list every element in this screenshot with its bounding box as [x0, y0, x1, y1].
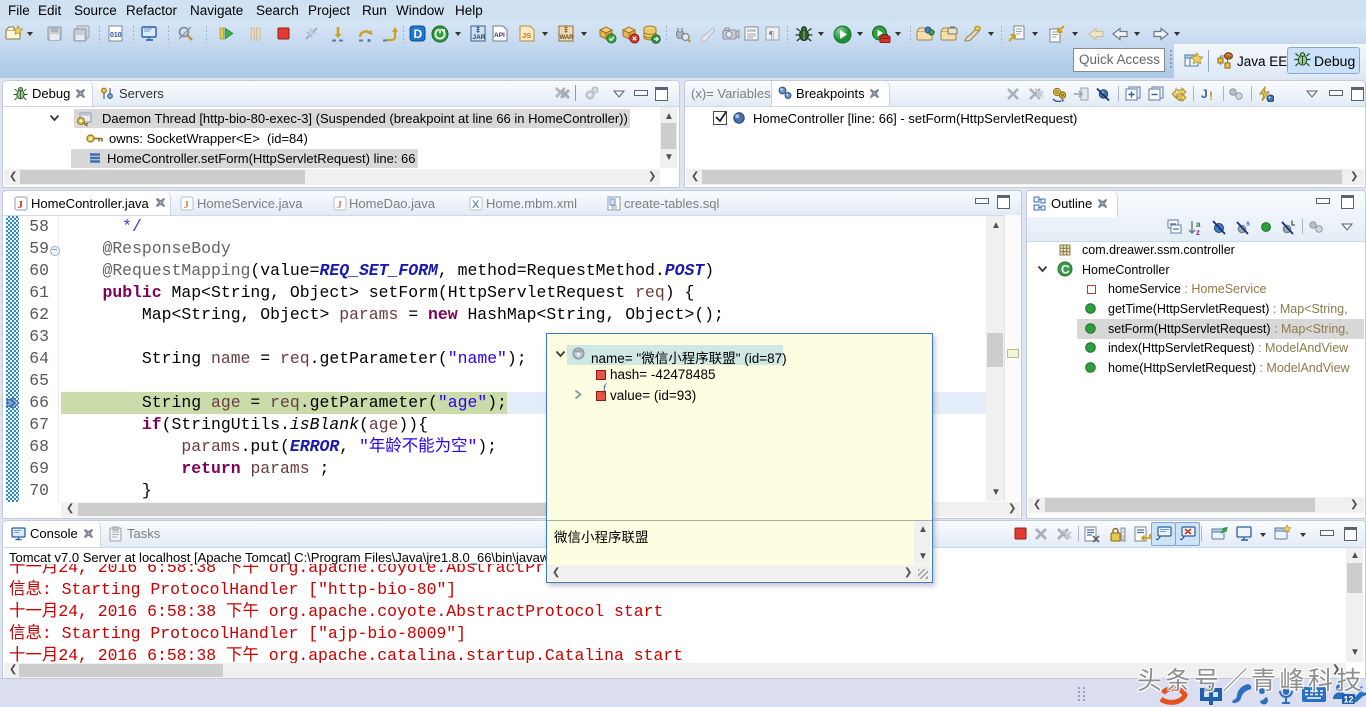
svg-text:L: L	[1291, 221, 1296, 228]
svg-text:C: C	[1061, 263, 1070, 277]
svg-text:D: D	[414, 27, 423, 41]
svg-text:s: s	[1246, 221, 1250, 228]
svg-text:J: J	[18, 199, 24, 211]
svg-text:API: API	[494, 32, 505, 39]
svg-text:z: z	[1196, 228, 1200, 236]
svg-text:¶: ¶	[769, 29, 774, 41]
svg-text:X: X	[472, 199, 480, 211]
svg-text:J: J	[1201, 87, 1208, 101]
svg-text:J: J	[184, 199, 190, 211]
svg-text:JAR: JAR	[473, 34, 486, 41]
svg-text:J: J	[337, 199, 343, 211]
svg-text:!: !	[1209, 89, 1213, 102]
svg-text:WAR: WAR	[560, 35, 575, 41]
svg-text:010: 010	[110, 32, 122, 39]
svg-text:JS: JS	[522, 31, 531, 40]
